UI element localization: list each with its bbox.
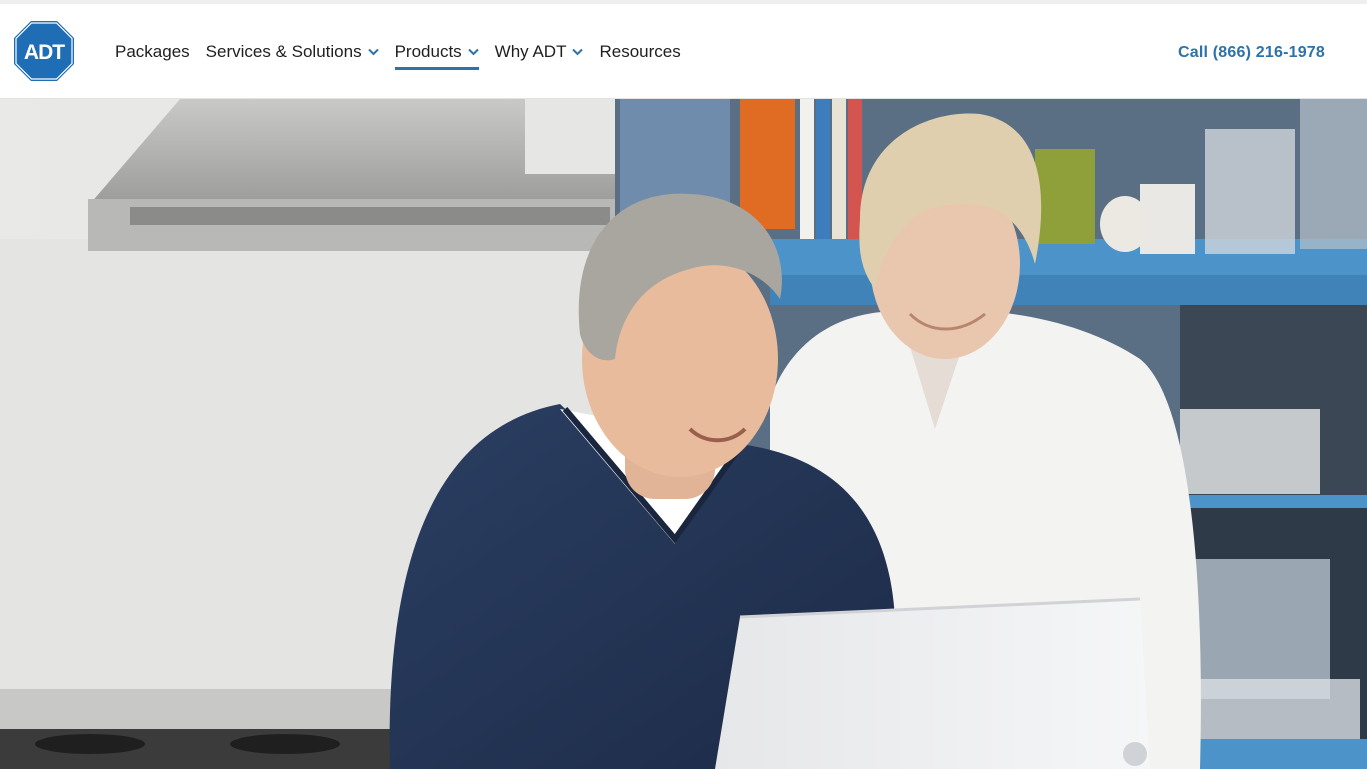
adt-logo[interactable]: ADT xyxy=(13,20,75,82)
chevron-down-icon xyxy=(367,48,379,56)
wristwatch xyxy=(1123,742,1147,766)
hero-image xyxy=(0,99,1367,769)
adt-octagon-icon: ADT xyxy=(14,21,74,81)
chevron-down-icon xyxy=(467,48,479,56)
nav-resources-label: Resources xyxy=(599,42,681,61)
laptop xyxy=(715,597,1150,769)
site-header: ADT Packages Services & Solutions Produc… xyxy=(0,4,1367,99)
nav-products-label: Products xyxy=(394,42,462,61)
hero-photo-illustration xyxy=(0,99,1367,769)
nav-products[interactable]: Products xyxy=(394,37,479,70)
chevron-down-icon xyxy=(572,48,584,56)
logo-text: ADT xyxy=(24,41,65,64)
nav-packages[interactable]: Packages xyxy=(115,37,190,67)
nav-services-solutions-label: Services & Solutions xyxy=(205,42,362,61)
main-nav: Packages Services & Solutions Products W… xyxy=(115,37,697,71)
range-hood xyxy=(88,99,628,251)
call-phone-link[interactable]: Call (866) 216-1978 xyxy=(1178,44,1325,62)
nav-resources[interactable]: Resources xyxy=(599,37,680,67)
nav-packages-label: Packages xyxy=(115,42,190,61)
nav-why-adt-label: Why ADT xyxy=(494,42,567,61)
nav-why-adt[interactable]: Why ADT xyxy=(495,37,584,67)
nav-services-solutions[interactable]: Services & Solutions xyxy=(206,37,379,67)
stove xyxy=(0,689,395,769)
